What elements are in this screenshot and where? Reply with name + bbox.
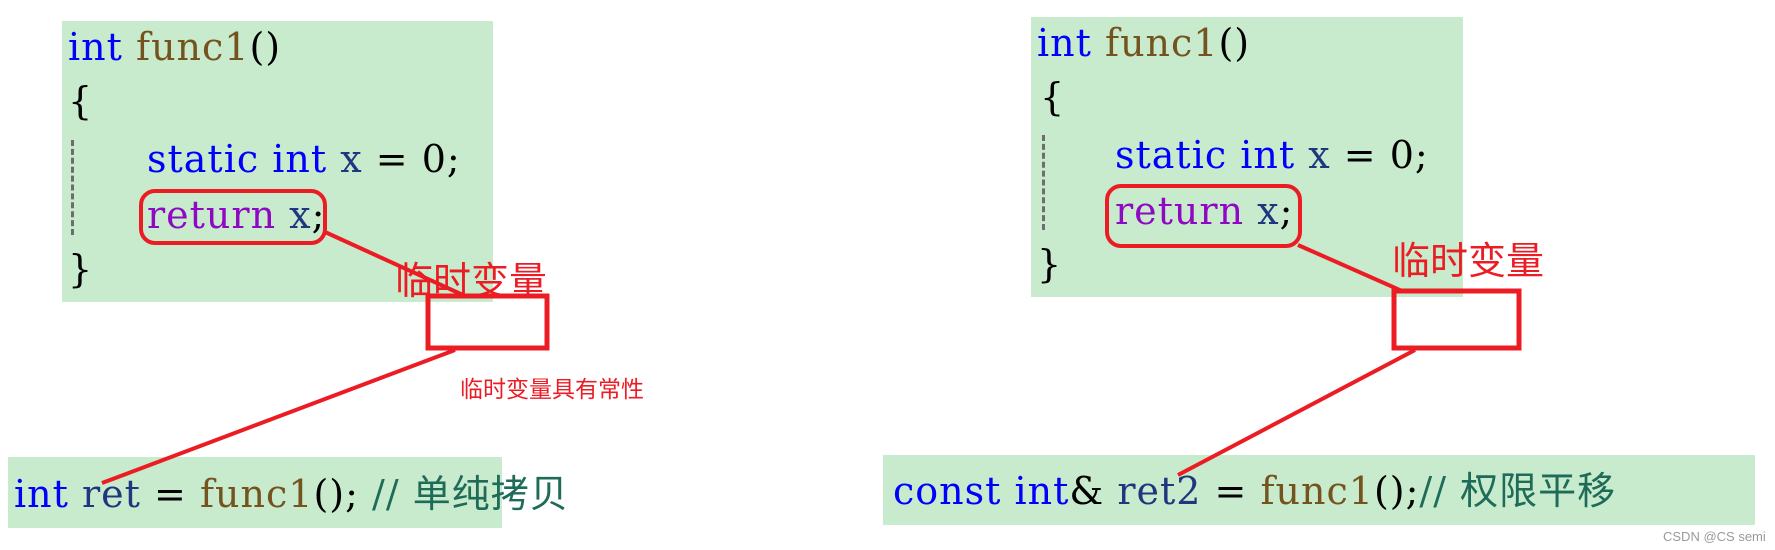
right-connector-to-ret2 [1177, 348, 1416, 477]
left-return-highlight [139, 189, 327, 245]
left-connector-to-temp [324, 230, 464, 297]
right-temp-variable-box [1391, 288, 1522, 351]
left-temp-variable-box [425, 293, 550, 351]
left-connector-to-ret [101, 348, 456, 485]
annotation-overlay [101, 184, 1522, 485]
right-return-highlight [1105, 184, 1302, 248]
right-connector-to-temp [1297, 243, 1403, 293]
